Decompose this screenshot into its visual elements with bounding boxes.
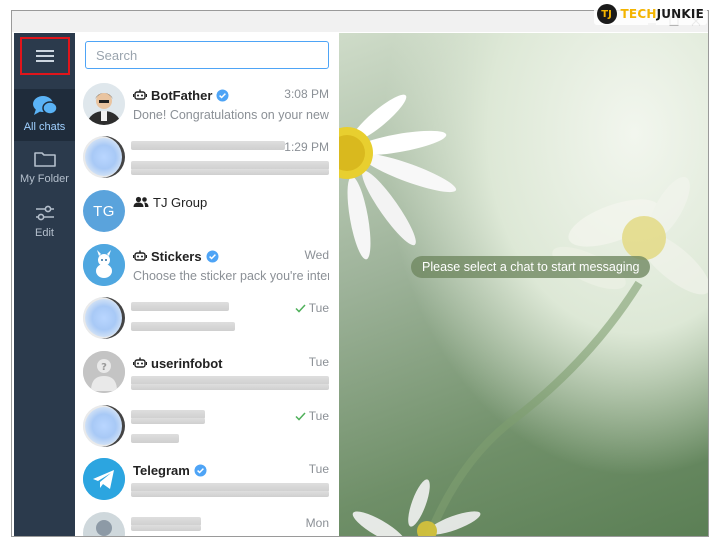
stickers-avatar-icon xyxy=(83,244,125,286)
chat-name: BotFather xyxy=(151,87,213,103)
sliders-icon xyxy=(35,205,54,221)
select-chat-hint: Please select a chat to start messaging xyxy=(411,256,651,278)
chat-list-panel: BotFather 3:08 PM Done! Congratulations … xyxy=(75,33,339,536)
group-icon xyxy=(133,196,149,207)
svg-text:?: ? xyxy=(101,362,107,373)
chat-row-header: userinfobot Tue xyxy=(133,355,329,371)
chat-item-telegram[interactable]: Telegram Tue xyxy=(75,453,339,506)
avatar xyxy=(83,512,125,536)
avatar xyxy=(83,244,125,286)
avatar xyxy=(83,458,125,500)
read-check-icon xyxy=(295,303,306,313)
hamburger-icon xyxy=(36,50,54,62)
chat-time: Tue xyxy=(295,409,329,423)
watermark-text: TECHJUNKIE xyxy=(621,7,704,21)
chat-row-header: Telegram Tue xyxy=(133,462,329,478)
avatar: TG xyxy=(83,190,125,232)
folder-edit-label: Edit xyxy=(35,227,54,239)
folder-all-chats[interactable]: All chats xyxy=(14,89,75,141)
avatar xyxy=(83,136,125,178)
chat-preview: Choose the sticker pack you're inter... xyxy=(133,269,329,283)
chat-time-label: Tue xyxy=(308,409,329,423)
avatar xyxy=(83,405,125,447)
telegram-window: All chats My Folder Edit Search BotFathe… xyxy=(11,10,709,537)
bot-icon xyxy=(133,357,147,368)
chat-row-header: Stickers Wed xyxy=(133,248,329,264)
redacted-preview xyxy=(131,322,235,331)
chat-row-header: 1:29 PM xyxy=(133,140,329,156)
chat-name: userinfobot xyxy=(151,355,223,371)
folder-my-folder-label: My Folder xyxy=(20,173,69,185)
botfather-avatar-icon xyxy=(83,83,125,125)
chat-name: Stickers xyxy=(151,248,202,264)
daisy-wallpaper xyxy=(339,94,708,536)
watermark-tech: TECH xyxy=(620,7,657,21)
techjunkie-logo-icon: TJ xyxy=(596,4,617,24)
chat-name: TJ Group xyxy=(153,194,208,210)
chat-item-botfather[interactable]: BotFather 3:08 PM Done! Congratulations … xyxy=(75,78,339,131)
chat-item-tj-group[interactable]: TG TJ Group xyxy=(75,185,339,238)
main-menu-button[interactable] xyxy=(20,37,70,75)
search-input[interactable] xyxy=(85,41,329,69)
redacted-preview xyxy=(131,491,329,497)
chat-item-redacted[interactable]: Mon xyxy=(75,507,339,536)
folder-edit[interactable]: Edit xyxy=(14,197,75,249)
chat-name: Telegram xyxy=(133,462,190,478)
redacted-preview xyxy=(131,169,329,175)
unknown-user-icon: ? xyxy=(83,351,125,393)
avatar xyxy=(83,297,125,339)
chat-time: Mon xyxy=(305,516,329,530)
folder-all-chats-label: All chats xyxy=(23,121,66,133)
chat-row-header: TJ Group xyxy=(133,194,329,210)
chat-item-redacted[interactable]: Tue xyxy=(75,400,339,453)
avatar xyxy=(83,83,125,125)
chat-row-header: Tue xyxy=(133,301,329,317)
verified-icon xyxy=(206,250,219,262)
chat-row-header: Mon xyxy=(133,516,329,532)
techjunkie-watermark: TJ TECHJUNKIE xyxy=(593,3,707,25)
telegram-logo-icon xyxy=(83,458,125,500)
chat-time: Tue xyxy=(295,301,329,315)
chats-icon xyxy=(32,96,58,115)
chat-time: 3:08 PM xyxy=(284,87,329,101)
chat-time: Tue xyxy=(308,355,329,369)
folder-rail: All chats My Folder Edit xyxy=(14,33,75,536)
chat-background: Please select a chat to start messaging xyxy=(339,33,708,536)
bot-icon xyxy=(133,250,147,261)
chat-row-header: Tue xyxy=(133,409,329,425)
redacted-preview xyxy=(131,384,329,390)
folder-icon xyxy=(33,152,56,167)
chat-time: Tue xyxy=(308,462,329,476)
redacted-preview xyxy=(131,434,179,443)
chat-item-redacted[interactable]: 1:29 PM xyxy=(75,131,339,184)
chat-time: Wed xyxy=(304,248,329,262)
chat-preview: Done! Congratulations on your new... xyxy=(133,108,329,122)
verified-icon xyxy=(194,464,207,476)
chat-item-userinfobot[interactable]: ? userinfobot Tue xyxy=(75,346,339,399)
bot-icon xyxy=(133,89,147,100)
avatar: ? xyxy=(83,351,125,393)
folder-my-folder[interactable]: My Folder xyxy=(14,143,75,195)
chat-row-header: BotFather 3:08 PM xyxy=(133,87,329,103)
chat-time: 1:29 PM xyxy=(284,140,329,154)
watermark-junkie: JUNKIE xyxy=(656,7,704,21)
chat-time-label: Tue xyxy=(308,301,329,315)
chat-item-stickers[interactable]: Stickers Wed Choose the sticker pack you… xyxy=(75,239,339,292)
chat-item-redacted[interactable]: Tue xyxy=(75,292,339,345)
verified-icon xyxy=(216,89,229,101)
user-avatar-icon xyxy=(83,512,125,536)
read-check-icon xyxy=(295,411,306,421)
